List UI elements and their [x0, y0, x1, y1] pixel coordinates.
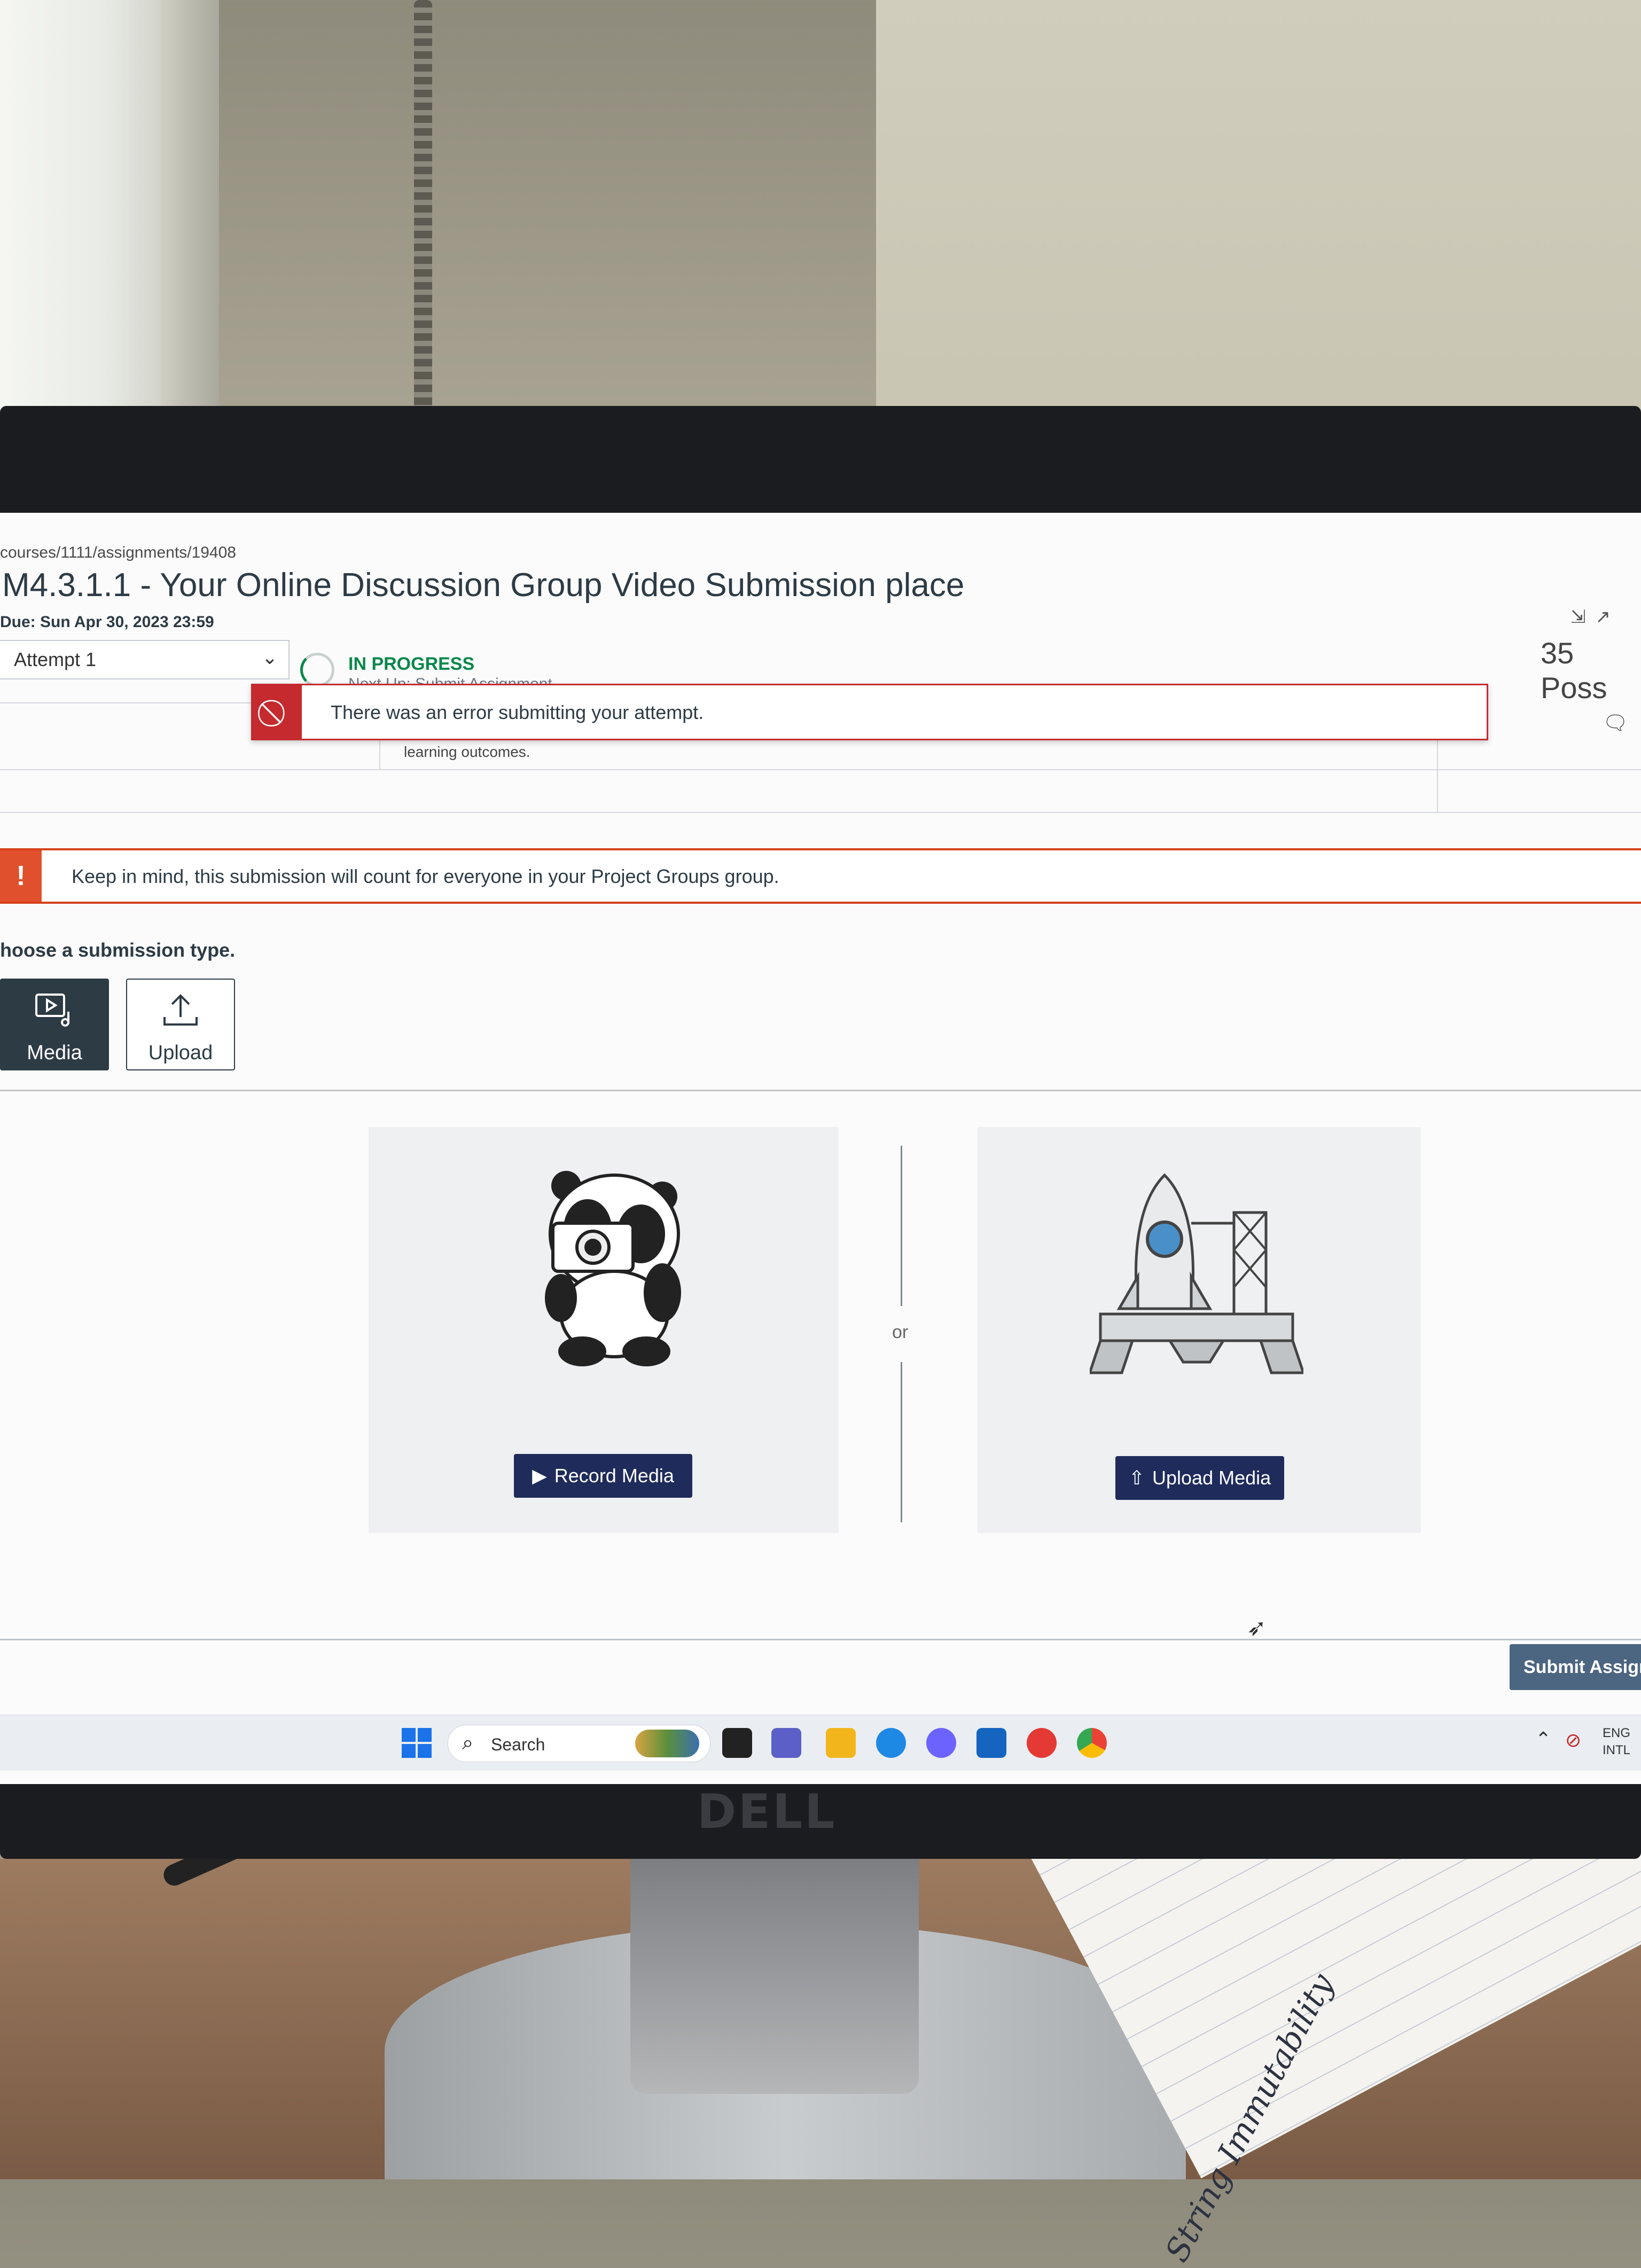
upload-label: Upload — [148, 1042, 213, 1064]
divider — [0, 769, 1641, 770]
chrome-icon[interactable] — [1077, 1728, 1107, 1758]
teams-icon[interactable] — [771, 1728, 801, 1758]
or-divider-top — [901, 1146, 902, 1306]
monitor-stand — [630, 1859, 919, 2094]
record-media-button[interactable]: ▶ Record Media — [514, 1454, 692, 1498]
mouse-cursor-icon: ➶ — [1247, 1615, 1267, 1641]
windows-start-icon[interactable] — [402, 1728, 432, 1758]
record-icon: ▶ — [532, 1465, 547, 1487]
divider — [1437, 737, 1438, 812]
window — [0, 0, 171, 411]
search-label: Search — [491, 1735, 545, 1754]
progress-ring-icon — [300, 653, 334, 687]
panda-camera-illustration — [545, 1171, 681, 1366]
dell-logo: DELL — [697, 1784, 837, 1839]
attempt-label: Attempt 1 — [14, 648, 97, 670]
header-actions: ⇲↗ — [1570, 606, 1620, 628]
group-warning: ! Keep in mind, this submission will cou… — [0, 848, 1641, 904]
network-icon[interactable]: ⊘ — [1565, 1729, 1581, 1751]
file-explorer-icon[interactable] — [826, 1728, 856, 1758]
or-divider-bottom — [901, 1362, 902, 1522]
chrome-dev-icon[interactable] — [1027, 1728, 1057, 1758]
rocket-launchpad-illustration — [1090, 1173, 1303, 1374]
share-icon[interactable]: ↗ — [1596, 607, 1621, 627]
divider — [0, 1090, 1641, 1091]
export-icon[interactable]: ⇲ — [1570, 607, 1596, 627]
upload-media-button[interactable]: ⇧ Upload Media — [1115, 1456, 1284, 1500]
edge-icon[interactable] — [876, 1728, 906, 1758]
media-icon — [1, 991, 108, 1035]
warning-icon: ! — [0, 850, 42, 902]
window-frame — [160, 0, 219, 417]
upload-media-label: Upload Media — [1152, 1467, 1271, 1489]
url-breadcrumb[interactable]: courses/1111/assignments/19408 — [0, 544, 236, 562]
attempt-select[interactable]: Attempt 1 ⌄ — [0, 640, 290, 679]
windows-taskbar: ⌕ Search ⌃ ⊘ ENG INTL — [0, 1715, 1641, 1771]
comments-icon[interactable]: 🗨 — [1603, 711, 1628, 735]
tray-chevron-up-icon[interactable]: ⌃ — [1535, 1728, 1551, 1750]
taskbar-search[interactable]: ⌕ Search — [448, 1725, 710, 1762]
keyboard-layout: INTL — [1603, 1743, 1631, 1757]
search-icon: ⌕ — [462, 1732, 474, 1754]
error-message: There was an error submitting your attem… — [331, 701, 704, 723]
no-entry-icon: ⃠ — [253, 685, 302, 739]
chevron-down-icon: ⌄ — [261, 646, 278, 668]
search-highlight-icon — [635, 1730, 699, 1757]
upload-icon: ⇧ — [1128, 1467, 1145, 1489]
status-label: IN PROGRESS — [348, 654, 475, 674]
submission-type-media-button[interactable]: Media — [0, 979, 109, 1070]
submission-type-prompt: hoose a submission type. — [0, 939, 236, 961]
screen: courses/1111/assignments/19408 M4.3.1.1 … — [0, 513, 1641, 1784]
copilot-icon[interactable] — [926, 1728, 956, 1758]
submission-type-upload-button[interactable]: Upload — [126, 979, 235, 1070]
submit-assignment-button[interactable]: Submit Assignm — [1510, 1644, 1641, 1690]
mail-icon[interactable] — [976, 1728, 1006, 1758]
language-code: ENG — [1603, 1726, 1631, 1740]
group-warning-text: Keep in mind, this submission will count… — [72, 865, 779, 887]
divider — [0, 1639, 1641, 1640]
divider — [0, 812, 1641, 813]
upload-icon — [127, 991, 234, 1035]
blind-cord — [414, 0, 432, 422]
record-media-label: Record Media — [554, 1465, 674, 1487]
due-date: Due: Sun Apr 30, 2023 23:59 — [0, 613, 214, 631]
page-title: M4.3.1.1 - Your Online Discussion Group … — [2, 567, 965, 604]
error-alert: ⃠ There was an error submitting your att… — [251, 684, 1488, 740]
points-possible: 35 Poss — [1541, 636, 1607, 705]
media-label: Media — [27, 1042, 82, 1064]
or-label: or — [892, 1322, 909, 1342]
language-indicator[interactable]: ENG INTL — [1603, 1725, 1630, 1759]
learning-outcomes-text: learning outcomes. — [404, 744, 530, 760]
task-view-icon[interactable] — [722, 1728, 752, 1758]
